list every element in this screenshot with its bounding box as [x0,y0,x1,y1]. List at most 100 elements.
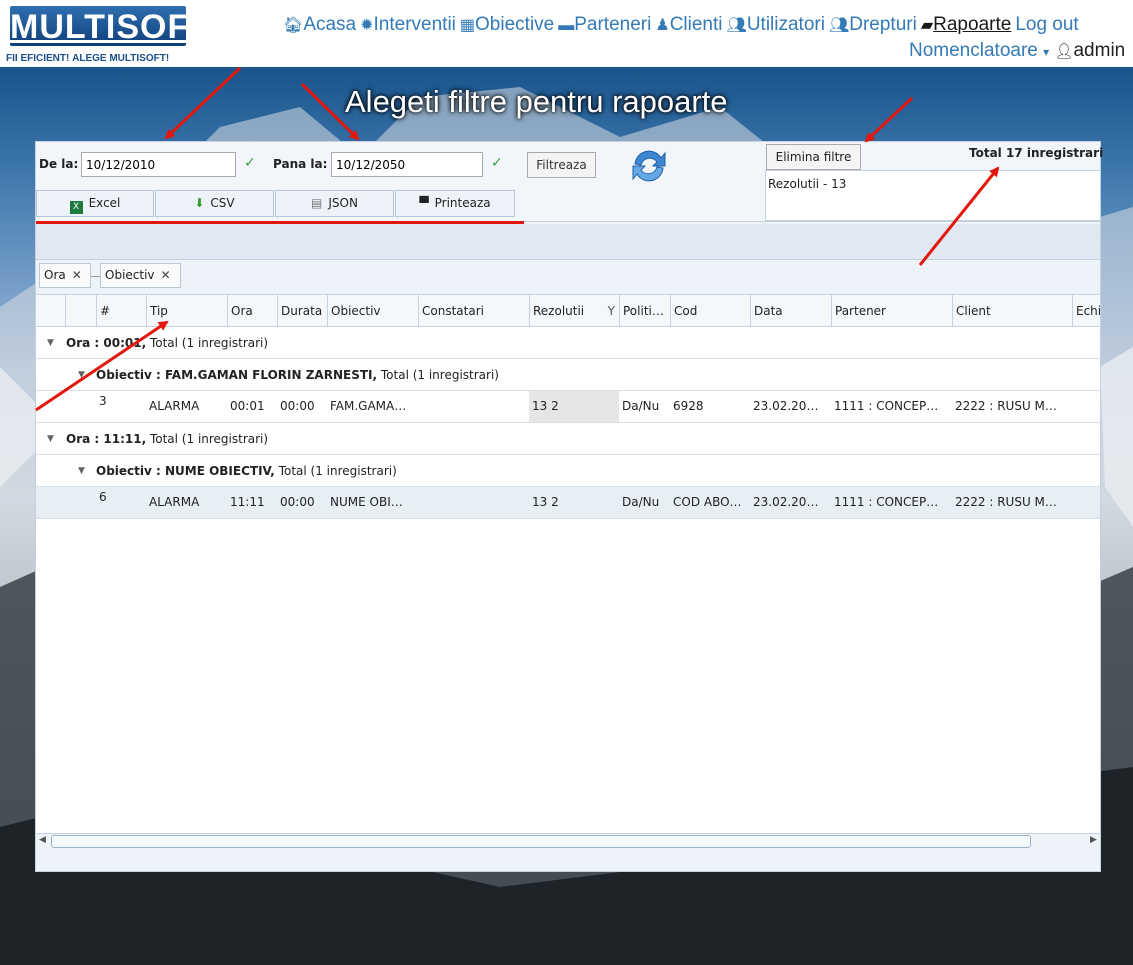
scrollbar-thumb[interactable] [51,835,1031,848]
nav-label: Utilizatori [746,14,825,35]
cell-rezolutii: 13 2 [532,495,559,509]
to-date-input[interactable] [331,152,483,177]
logo-box: MULTISOFT [10,6,210,46]
from-date-input[interactable] [81,152,236,177]
group-row-obiectiv[interactable]: ▼ Obiectiv : FAM.GAMAN FLORIN ZARNESTI, … [36,359,1100,391]
column-header-politie[interactable]: Politi… [619,295,670,327]
cell-client: 2222 : RUSU M… [955,399,1057,413]
nav-interventii[interactable]: ✹Interventii [360,14,456,35]
column-header-client[interactable]: Client [952,295,1072,327]
group-label: Ora : 00:01, [66,336,147,350]
nav-logout[interactable]: Log out [1015,14,1078,35]
excel-icon: X [69,201,83,214]
cell-client: 2222 : RUSU M… [955,495,1057,509]
cell-ora: 11:11 [230,495,265,509]
nav-label: Nomenclatoare [909,40,1038,61]
column-header-rezolutii[interactable]: Rezolutii Y [529,295,619,327]
remove-filters-button[interactable]: Elimina filtre [766,144,861,170]
cell-nr: 3 [99,394,107,408]
nav-rapoarte[interactable]: ▰Rapoarte [921,14,1011,35]
nav-parteneri[interactable]: ▬Parteneri [558,14,651,35]
nav-drepturi[interactable]: 👥︎Drepturi [829,14,917,35]
home-icon: 🏠︎ [283,17,304,34]
group-total: Total (1 inregistrari) [149,336,269,350]
cell-politie: Da/Nu [622,399,660,413]
group-label: Obiectiv : FAM.GAMAN FLORIN ZARNESTI, [96,368,378,382]
cell-tip: ALARMA [149,399,200,413]
book-icon: ▰ [920,17,934,34]
export-label: JSON [328,196,358,210]
collapse-icon[interactable]: ▼ [47,423,54,455]
report-panel: De la: ✓ Pana la: ✓ Filtreaza X Excel ⬇ CS… [35,141,1104,872]
nav-nomenclatoare[interactable]: Nomenclatoare ▾ [909,40,1049,61]
export-excel-button[interactable]: X Excel [36,190,154,217]
column-header-ora[interactable]: Ora [227,295,277,327]
export-label: Excel [88,196,121,210]
nav-clienti[interactable]: ♟Clienti [655,14,722,35]
collapse-icon[interactable]: ▼ [47,327,54,359]
table-row[interactable]: 6 ALARMA 11:11 00:00 NUME OBI… 13 2 Da/N… [36,487,1100,519]
json-icon: ▤ [311,196,323,210]
grid-header: # Tip Ora Durata Obiectiv Constatari Rez… [36,294,1100,327]
user-name: admin [1073,40,1126,61]
group-by-bar: Ora ✕ Obiectiv ✕ [36,260,1100,294]
group-chip-obiectiv[interactable]: Obiectiv ✕ [100,263,181,288]
cell-partener: 1111 : CONCEP… [834,399,939,413]
from-check-icon: ✓ [244,155,256,171]
logo[interactable]: MULTISOFT FII EFICIENT! ALEGE MULTISOFT! [4,3,210,65]
group-row-obiectiv[interactable]: ▼ Obiectiv : NUME OBIECTIV, Total (1 inr… [36,455,1100,487]
caret-down-icon: ▾ [1043,45,1050,59]
export-json-button[interactable]: ▤ JSON [275,190,394,217]
logo-tagline-a: FII EFICIENT! [6,53,70,64]
filter-icon[interactable]: Y [608,295,615,327]
scroll-left-icon[interactable]: ◀ [39,835,46,845]
column-header-durata[interactable]: Durata [277,295,327,327]
column-header-obiectiv[interactable]: Obiectiv [327,295,418,327]
group-label: Obiectiv : NUME OBIECTIV, [96,464,275,478]
column-header-partener[interactable]: Partener [831,295,952,327]
export-csv-button[interactable]: ⬇ CSV [155,190,274,217]
filter-toolbar: De la: ✓ Pana la: ✓ Filtreaza X Excel ⬇ CS… [36,142,1104,224]
scroll-right-icon[interactable]: ▶ [1090,835,1097,845]
user-icon: 👤︎ [1054,43,1074,60]
to-check-icon: ✓ [491,155,503,171]
group-row-ora[interactable]: ▼ Ora : 11:11, Total (1 inregistrari) [36,423,1100,455]
refresh-icon[interactable] [627,144,671,188]
export-label: CSV [210,196,235,210]
nav-label: Log out [1015,14,1079,35]
cell-partener: 1111 : CONCEP… [834,495,939,509]
user-menu[interactable]: 👤︎admin [1054,40,1125,61]
cell-data: 23.02.20… [753,399,819,413]
column-header-data[interactable]: Data [750,295,831,327]
group-chip-ora[interactable]: Ora ✕ [39,263,91,288]
filter-button[interactable]: Filtreaza [527,152,596,178]
cell-ora: 00:01 [230,399,265,413]
nav-utilizatori[interactable]: 👥︎Utilizatori [727,14,825,35]
print-button[interactable]: ▀ Printeaza [395,190,515,217]
report-grid: ▼ Ora : 00:01, Total (1 inregistrari) ▼ … [36,327,1100,833]
table-row[interactable]: 3 ALARMA 00:01 00:00 FAM.GAMA… 13 2 Da/N… [36,391,1100,423]
cell-obiectiv: FAM.GAMA… [330,399,407,413]
column-header-cod[interactable]: Cod [670,295,750,327]
group-total: Total (1 inregistrari) [149,432,269,446]
total-records: Total 17 inregistrari [969,146,1104,160]
column-header-tip[interactable]: Tip [146,295,227,327]
building-icon: ▦ [459,17,476,34]
export-label: Printeaza [434,196,491,210]
column-header-nr[interactable]: # [96,295,146,327]
active-filter-text: Rezolutii - 13 [768,177,847,191]
briefcase-icon: ▬ [558,17,575,34]
logo-tagline-b: ALEGE MULTISOFT! [72,53,170,64]
nav-acasa[interactable]: 🏠︎Acasa [283,14,356,35]
collapse-icon[interactable]: ▼ [78,455,85,487]
nav-obiective[interactable]: ▦Obiective [460,14,554,35]
column-header-echi[interactable]: Echi [1072,295,1100,327]
collapse-icon[interactable]: ▼ [78,359,85,391]
close-icon[interactable]: ✕ [161,268,171,282]
grid-toolbar-band [36,224,1100,260]
horizontal-scrollbar[interactable]: ◀ ▶ [36,833,1100,850]
close-icon[interactable]: ✕ [72,268,82,282]
csv-icon: ⬇ [194,196,205,210]
column-header-constatari[interactable]: Constatari [418,295,529,327]
group-row-ora[interactable]: ▼ Ora : 00:01, Total (1 inregistrari) [36,327,1100,359]
